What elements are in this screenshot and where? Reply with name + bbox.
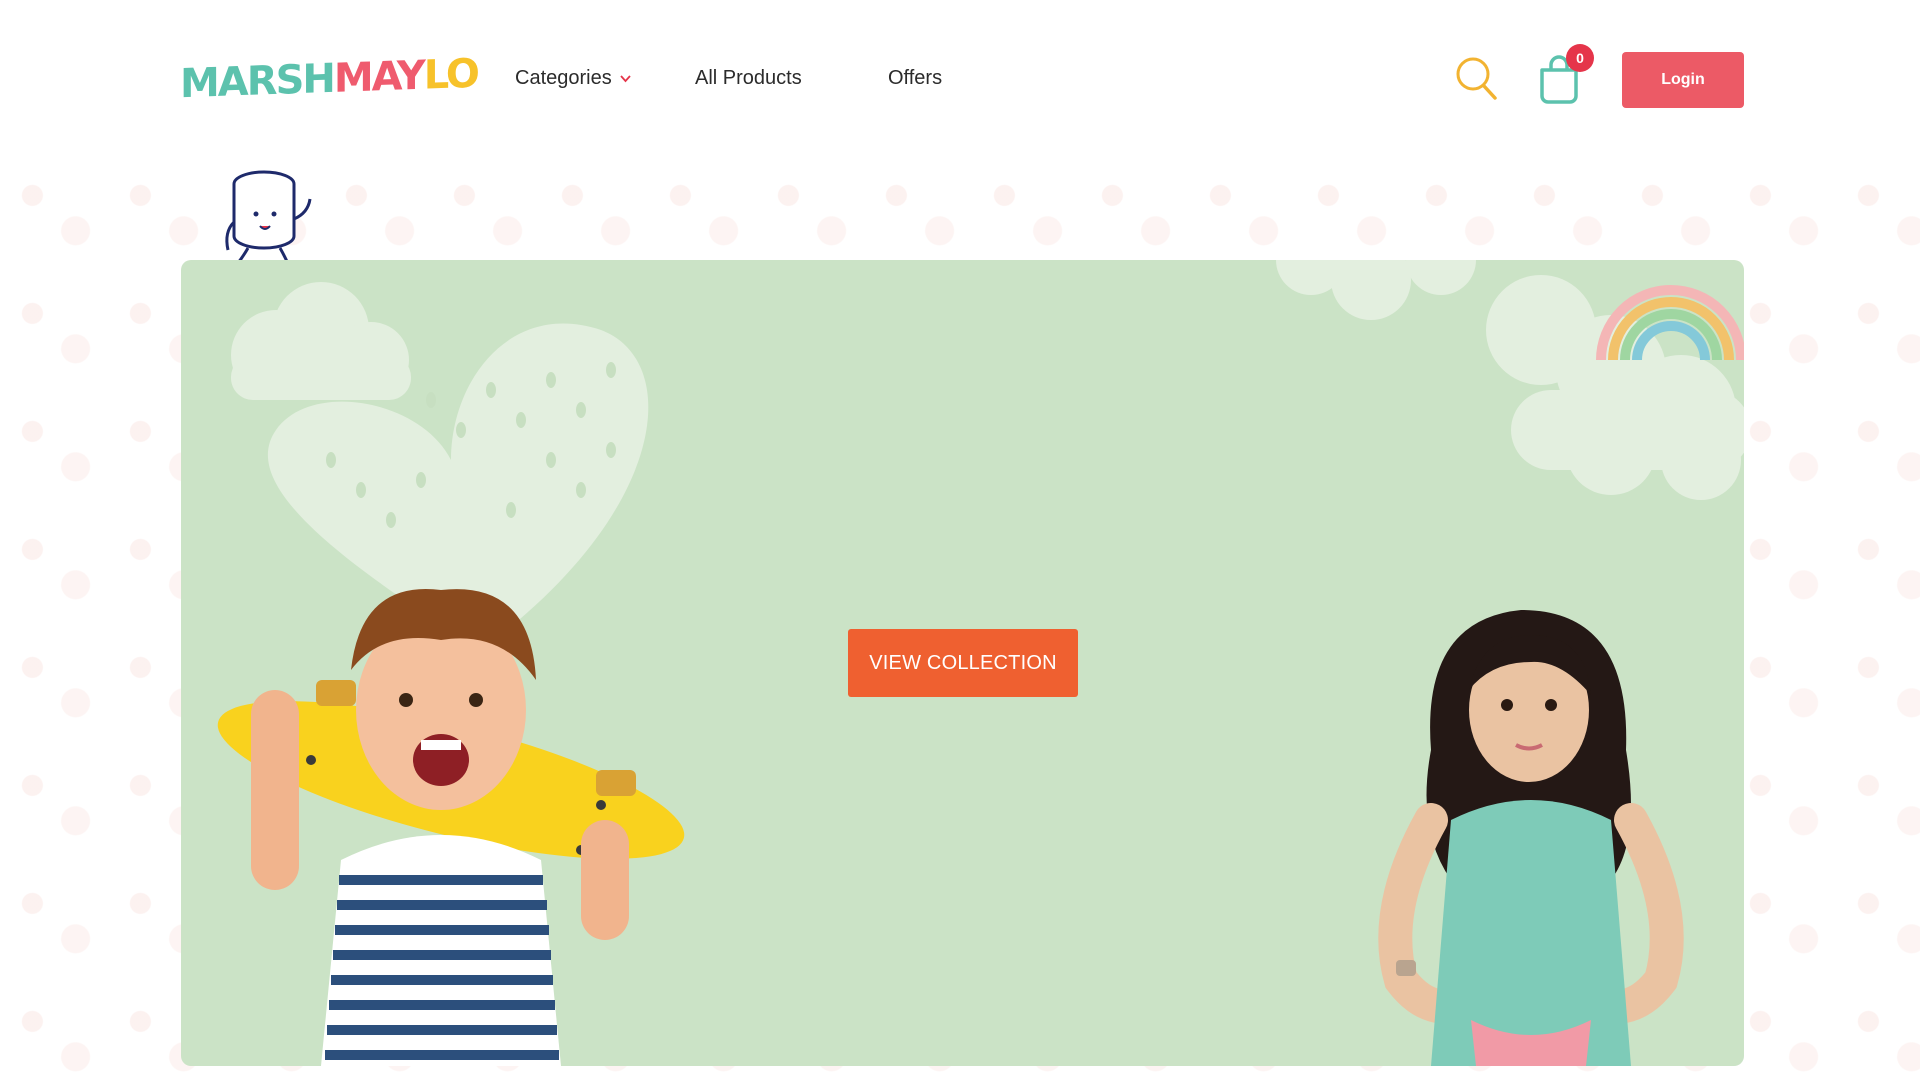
search-icon (1456, 57, 1497, 100)
cart-count-badge: 0 (1566, 44, 1594, 72)
nav-categories[interactable]: Categories (515, 62, 695, 94)
login-button[interactable]: Login (1622, 52, 1744, 108)
nav-categories-label: Categories (515, 66, 612, 89)
nav-offers[interactable]: Offers (888, 62, 942, 94)
brand-logo[interactable]: MARSH MAY LO (180, 48, 478, 112)
nav-offers-label: Offers (888, 66, 943, 89)
girl-image (1378, 610, 1684, 1066)
chevron-down-icon (620, 74, 631, 82)
logo-part-may: MAY (333, 52, 424, 102)
page: MARSH MAY LO Categories All Products Offer… (0, 0, 1920, 1080)
nav-all-products-label: All Products (695, 66, 802, 89)
view-collection-button[interactable]: VIEW COLLECTION (848, 629, 1078, 697)
logo-part-marsh: MARSH (180, 55, 334, 108)
hero-banner: VIEW COLLECTION (181, 260, 1744, 1066)
boy-with-skateboard-image (217, 589, 685, 1066)
main-nav: Categories All Products Offers (515, 62, 942, 94)
logo-part-lo: LO (423, 50, 478, 99)
site-header: MARSH MAY LO Categories All Products Offer… (0, 0, 1920, 160)
search-button[interactable] (1455, 56, 1499, 102)
nav-all-products[interactable]: All Products (695, 62, 888, 94)
